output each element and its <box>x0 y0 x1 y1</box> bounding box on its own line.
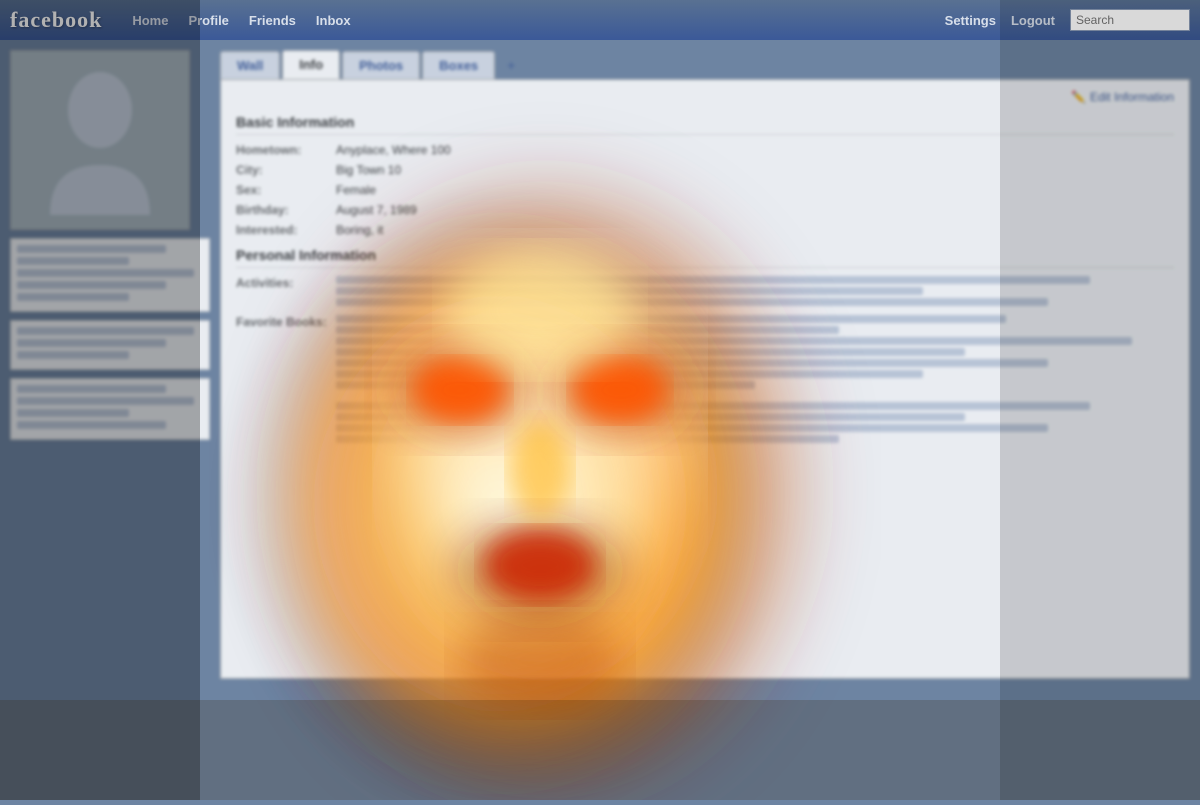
info-value: Big Town 10 <box>336 163 1174 177</box>
profile-silhouette-icon <box>40 65 160 215</box>
search-input[interactable] <box>1070 9 1190 31</box>
nav-right-section: Settings Logout <box>945 9 1190 31</box>
tab-wall[interactable]: Wall <box>220 51 280 79</box>
left-box-line <box>17 409 129 417</box>
info-value-line <box>336 359 1048 367</box>
left-box-line <box>17 281 166 289</box>
left-box-2 <box>10 320 210 370</box>
info-value-line <box>336 287 923 295</box>
left-box-line <box>17 269 194 277</box>
info-value-line <box>336 326 839 334</box>
left-box-line <box>17 351 129 359</box>
info-label: Favorite Books: <box>236 315 336 392</box>
info-value-line <box>336 435 839 443</box>
info-value-block <box>336 402 1174 446</box>
info-value-line <box>336 370 923 378</box>
tab-photos[interactable]: Photos <box>342 51 420 79</box>
info-row-birthday: Birthday: August 7, 1989 <box>236 203 1174 217</box>
info-value-line <box>336 315 1006 323</box>
info-row-activities: Activities: <box>236 276 1174 309</box>
info-row-books: Favorite Books: <box>236 315 1174 392</box>
nav-links: Home Profile Friends Inbox <box>132 13 944 28</box>
friends-link[interactable]: Friends <box>249 13 296 28</box>
left-box-line <box>17 245 166 253</box>
info-value-line <box>336 381 755 389</box>
left-sidebar <box>10 50 210 790</box>
profile-link[interactable]: Profile <box>188 13 228 28</box>
settings-link[interactable]: Settings <box>945 13 996 28</box>
tab-add[interactable]: + <box>497 51 525 79</box>
info-value-line <box>336 276 1090 284</box>
info-label: Sex: <box>236 183 336 197</box>
info-row-city: City: Big Town 10 <box>236 163 1174 177</box>
facebook-logo: facebook <box>10 7 102 33</box>
home-link[interactable]: Home <box>132 13 168 28</box>
info-content: ✏️ Edit Information Basic Information Ho… <box>220 79 1190 679</box>
main-area: Wall Info Photos Boxes + ✏️ Edit Informa… <box>220 50 1190 790</box>
info-value: August 7, 1989 <box>336 203 1174 217</box>
profile-content: Wall Info Photos Boxes + ✏️ Edit Informa… <box>0 40 1200 800</box>
info-row-sex: Sex: Female <box>236 183 1174 197</box>
info-value-line <box>336 298 1048 306</box>
left-box-line <box>17 397 194 405</box>
info-value: Anyplace, Where 100 <box>336 143 1174 157</box>
info-label: Interested: <box>236 223 336 237</box>
info-value: Female <box>336 183 1174 197</box>
edit-info-link[interactable]: ✏️ Edit Information <box>236 90 1174 104</box>
info-row-hometown: Hometown: Anyplace, Where 100 <box>236 143 1174 157</box>
left-box-3 <box>10 378 210 440</box>
info-value-block <box>336 276 1174 309</box>
left-box-line <box>17 421 166 429</box>
info-label: Activities: <box>236 276 336 309</box>
left-box-line <box>17 327 194 335</box>
info-row-music <box>236 402 1174 446</box>
info-value-line <box>336 402 1090 410</box>
info-label <box>236 402 336 446</box>
profile-photo-box <box>10 50 190 230</box>
info-value-line <box>336 413 965 421</box>
left-info-boxes <box>10 238 210 440</box>
inbox-link[interactable]: Inbox <box>316 13 351 28</box>
left-box-line <box>17 339 166 347</box>
left-box-line <box>17 293 129 301</box>
left-box-line <box>17 385 166 393</box>
basic-info-title: Basic Information <box>236 114 1174 135</box>
pencil-icon: ✏️ <box>1071 90 1086 104</box>
edit-info-label: Edit Information <box>1090 90 1174 104</box>
info-value: Boring, it <box>336 223 1174 237</box>
info-value-line <box>336 348 965 356</box>
tab-info[interactable]: Info <box>282 50 340 79</box>
profile-tabs: Wall Info Photos Boxes + <box>220 50 1190 79</box>
left-box-1 <box>10 238 210 312</box>
info-row-interested: Interested: Boring, it <box>236 223 1174 237</box>
personal-info-title: Personal Information <box>236 247 1174 268</box>
info-label: Birthday: <box>236 203 336 217</box>
info-label: City: <box>236 163 336 177</box>
navigation-bar: facebook Home Profile Friends Inbox Sett… <box>0 0 1200 40</box>
info-label: Hometown: <box>236 143 336 157</box>
tab-boxes[interactable]: Boxes <box>422 51 495 79</box>
info-value-line <box>336 424 1048 432</box>
info-value-block <box>336 315 1174 392</box>
left-box-line <box>17 257 129 265</box>
logout-link[interactable]: Logout <box>1011 13 1055 28</box>
info-value-line <box>336 337 1132 345</box>
